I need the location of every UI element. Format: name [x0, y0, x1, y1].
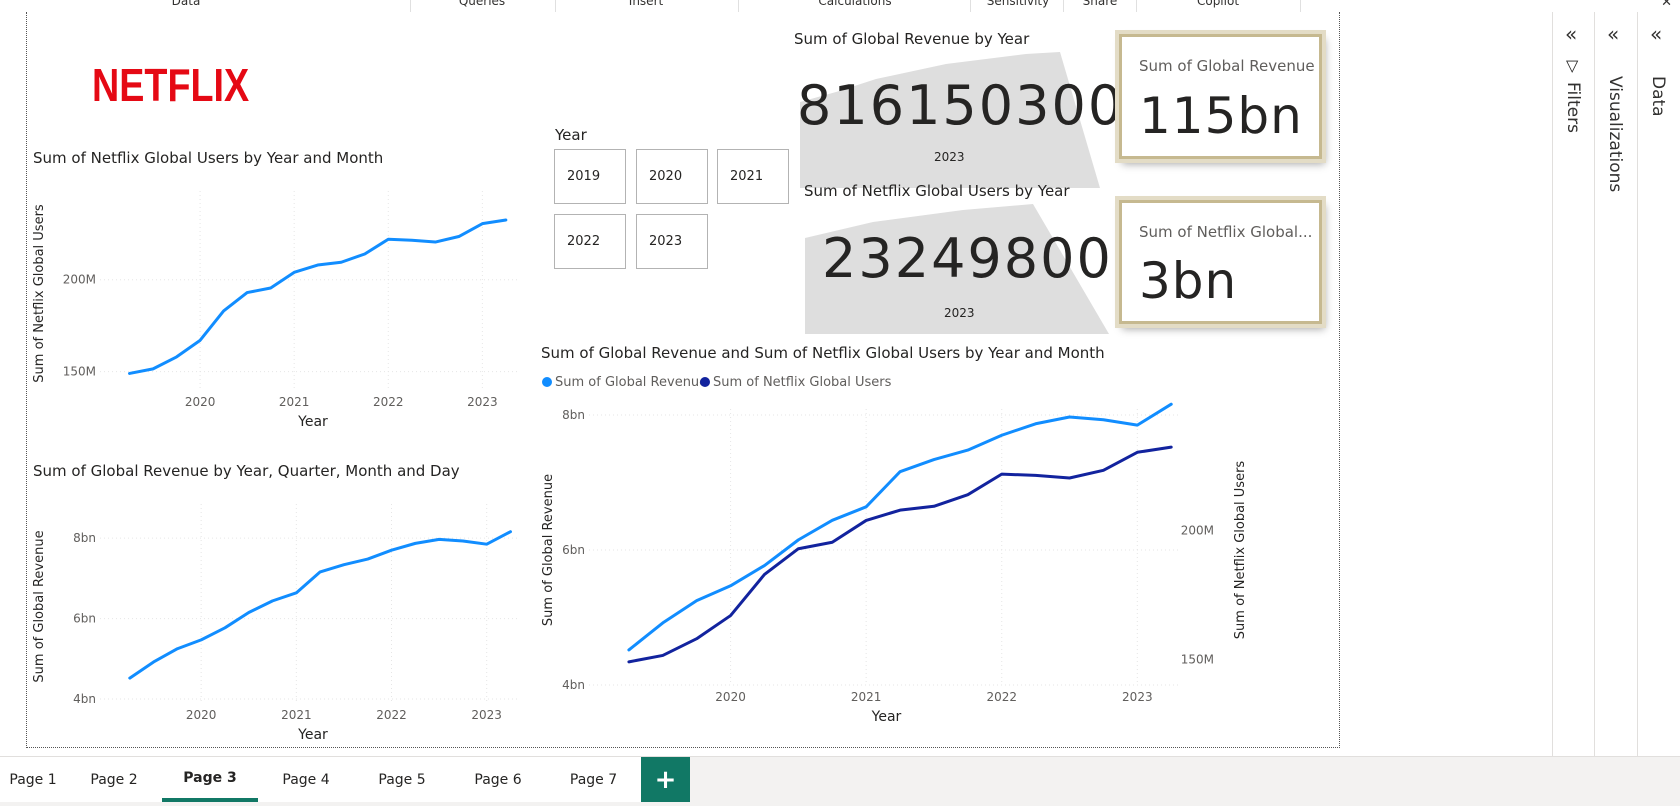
tab-page-3[interactable]: Page 3: [162, 757, 259, 802]
y-tick-label: 8bn: [562, 408, 585, 422]
ribbon-separator: [1136, 0, 1137, 12]
x-tick-label: 2023: [467, 395, 498, 409]
ribbon-separator: [1063, 0, 1064, 12]
tab-page-4[interactable]: Page 4: [258, 757, 355, 802]
ribbon-separator: [1300, 0, 1301, 12]
chevron-double-left-icon[interactable]: «: [1650, 22, 1662, 46]
tab-page-7[interactable]: Page 7: [546, 757, 642, 802]
x-tick-label: 2023: [1122, 690, 1153, 704]
x-tick-label: 2023: [471, 708, 502, 722]
combo-chart-title: Sum of Global Revenue and Sum of Netflix…: [541, 344, 1105, 362]
series-line-primary: [128, 530, 512, 680]
y-tick-label: 8bn: [73, 531, 96, 545]
series-line-secondary: [627, 445, 1173, 664]
revenue-line-chart-title: Sum of Global Revenue by Year, Quarter, …: [33, 462, 460, 480]
tab-page-2[interactable]: Page 2: [66, 757, 163, 802]
x-tick-label: 2021: [851, 690, 882, 704]
combo-chart-legend: Sum of Global Revenue Sum of Netflix Glo…: [542, 375, 892, 390]
x-tick-label: 2022: [376, 708, 407, 722]
kpi-card-users[interactable]: Sum of Netflix Global... 3bn: [1119, 200, 1322, 324]
filters-pane-label[interactable]: Filters: [1563, 82, 1583, 133]
year-slicer-title: Year: [555, 126, 587, 144]
data-pane[interactable]: « Data: [1637, 12, 1680, 756]
kpi-card-revenue[interactable]: Sum of Global Revenue 115bn: [1119, 34, 1322, 159]
ribbon-data-group[interactable]: Data: [172, 0, 201, 8]
x-tick-label: 2020: [185, 395, 216, 409]
visualizations-pane[interactable]: « Visualizations: [1594, 12, 1638, 756]
revenue-card-value: 8161503000: [797, 74, 1161, 137]
ribbon-separator: [738, 0, 739, 12]
users-line-chart-title: Sum of Netflix Global Users by Year and …: [33, 149, 384, 167]
series-line-primary: [627, 402, 1173, 652]
tab-page-1[interactable]: Page 1: [0, 757, 67, 802]
slicer-option-2021[interactable]: 2021: [717, 149, 789, 204]
x-axis-label: Year: [297, 414, 328, 430]
users-card-value: 232498000: [822, 227, 1150, 290]
ribbon-insert-group[interactable]: Insert: [629, 0, 663, 8]
y-right-tick-label: 200M: [1181, 524, 1214, 538]
kpi-users-label: Sum of Netflix Global...: [1139, 223, 1313, 241]
filter-icon: ▽: [1566, 56, 1579, 75]
page-tabs-bar: Page 1 Page 2 Page 3 Page 4 Page 5 Page …: [0, 756, 1680, 806]
ribbon-separator: [555, 0, 556, 12]
x-tick-label: 2022: [373, 395, 404, 409]
revenue-card-year: 2023: [934, 150, 965, 164]
legend-label-users: Sum of Netflix Global Users: [713, 375, 892, 390]
y-tick-label: 6bn: [562, 543, 585, 557]
y-axis-label: Sum of Global Revenue: [541, 474, 556, 626]
x-axis-label: Year: [871, 709, 902, 725]
y-tick-label: 4bn: [73, 692, 96, 706]
x-tick-label: 2020: [715, 690, 746, 704]
revenue-line-chart[interactable]: 2020 2021 2022 2023 4bn 6bn 8bn Year Sum of Glob…: [30, 490, 530, 760]
y-right-axis-label: Sum of Netflix Global Users: [1233, 461, 1248, 640]
tab-page-6[interactable]: Page 6: [450, 757, 547, 802]
series-line-primary: [128, 218, 508, 375]
chevron-double-left-icon[interactable]: «: [1607, 22, 1619, 46]
y-axis-label: Sum of Netflix Global Users: [32, 204, 47, 383]
tab-page-5[interactable]: Page 5: [354, 757, 451, 802]
users-line-chart[interactable]: 2020 2021 2022 2023 150M 200M Year Sum of Netfl…: [30, 177, 530, 447]
y-axis-label: Sum of Global Revenue: [32, 530, 47, 682]
kpi-revenue-label: Sum of Global Revenue: [1139, 57, 1315, 75]
legend-marker-users: [700, 377, 710, 387]
ribbon-share-group[interactable]: Share: [1083, 0, 1118, 8]
legend-marker-revenue: [542, 377, 552, 387]
slicer-option-2020[interactable]: 2020: [636, 149, 708, 204]
slicer-option-2023[interactable]: 2023: [636, 214, 708, 269]
ribbon-separator: [970, 0, 971, 12]
ribbon-copilot-group[interactable]: Copilot: [1197, 0, 1239, 8]
kpi-revenue-value: 115bn: [1139, 87, 1303, 145]
data-pane-label[interactable]: Data: [1648, 76, 1668, 117]
y-tick-label: 6bn: [73, 612, 96, 626]
x-tick-label: 2020: [186, 708, 217, 722]
x-tick-label: 2021: [281, 708, 312, 722]
ribbon-queries-group[interactable]: Queries: [459, 0, 505, 8]
y-tick-label: 200M: [63, 273, 96, 287]
users-card-year: 2023: [944, 306, 975, 320]
filters-pane[interactable]: « ▽ Filters: [1552, 12, 1595, 756]
y-tick-label: 4bn: [562, 678, 585, 692]
combo-line-chart[interactable]: 2020 2021 2022 2023 4bn 6bn 8bn 150M 200M Year Sum…: [538, 397, 1258, 732]
legend-label-revenue: Sum of Global Revenue: [555, 375, 707, 390]
y-right-tick-label: 150M: [1181, 652, 1214, 666]
close-icon[interactable]: ✕: [1661, 0, 1672, 10]
x-axis-label: Year: [297, 727, 328, 743]
kpi-users-value: 3bn: [1139, 252, 1238, 310]
netflix-logo: NETFLIX: [92, 59, 250, 111]
y-tick-label: 150M: [63, 365, 96, 379]
chevron-double-left-icon[interactable]: «: [1565, 22, 1577, 46]
report-canvas: NETFLIX Sum of Netflix Global Users by Y…: [0, 12, 1552, 756]
slicer-option-2022[interactable]: 2022: [554, 214, 626, 269]
x-tick-label: 2021: [279, 395, 310, 409]
add-page-button[interactable]: +: [641, 757, 690, 802]
ribbon-separator: [410, 0, 411, 12]
ribbon-calculations-group[interactable]: Calculations: [818, 0, 891, 8]
ribbon-sensitivity-group[interactable]: Sensitivity: [987, 0, 1049, 8]
visualizations-pane-label[interactable]: Visualizations: [1605, 76, 1625, 192]
x-tick-label: 2022: [986, 690, 1017, 704]
users-card-title: Sum of Netflix Global Users by Year: [804, 182, 1070, 200]
slicer-option-2019[interactable]: 2019: [554, 149, 626, 204]
